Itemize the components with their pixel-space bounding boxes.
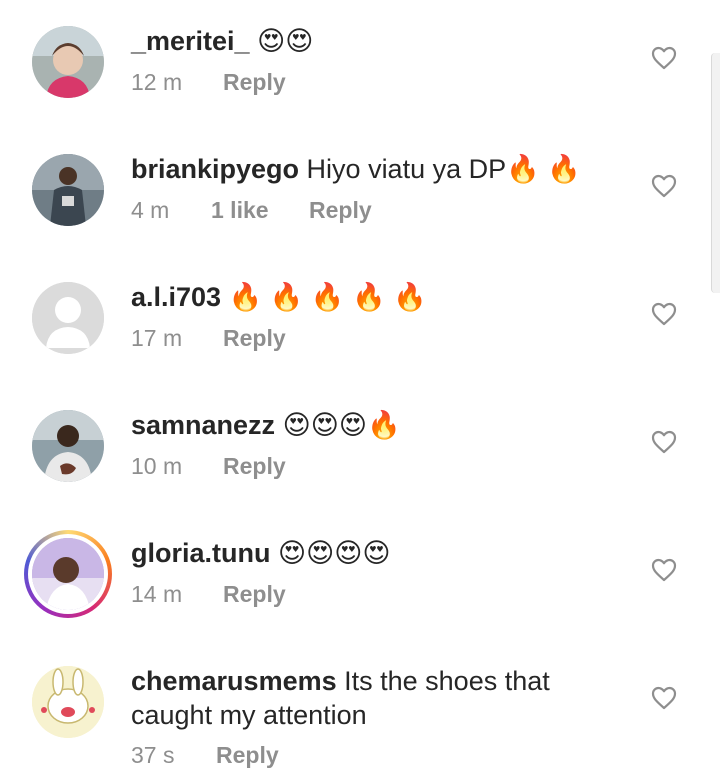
comment-username[interactable]: samnanezz xyxy=(131,410,275,440)
reply-button[interactable]: Reply xyxy=(223,67,286,97)
heart-outline-icon[interactable] xyxy=(651,46,677,70)
comment-meta: 4 m 1 like Reply xyxy=(131,195,372,225)
reply-button[interactable]: Reply xyxy=(309,195,372,225)
comment-meta: 10 m Reply xyxy=(131,451,286,481)
comment-text: 😍😍😍😍 xyxy=(270,538,391,568)
comment-text-line: a.l.i703 🔥 🔥 🔥 🔥 🔥 xyxy=(131,280,631,314)
comment-time: 10 m xyxy=(131,453,183,479)
comment-text-line: gloria.tunu 😍😍😍😍 xyxy=(131,536,631,570)
comment-time: 4 m xyxy=(131,197,170,223)
reply-button[interactable]: Reply xyxy=(223,451,286,481)
avatar[interactable] xyxy=(32,154,104,226)
comment-time: 12 m xyxy=(131,69,183,95)
scrollbar[interactable] xyxy=(711,53,720,293)
avatar[interactable] xyxy=(32,410,104,482)
comment-meta: 14 m Reply xyxy=(131,579,286,609)
comment-time: 37 s xyxy=(131,742,175,768)
comment-text: 😍😍😍🔥 xyxy=(275,410,401,440)
reply-button[interactable]: Reply xyxy=(223,579,286,609)
reply-button[interactable]: Reply xyxy=(216,740,279,770)
heart-outline-icon[interactable] xyxy=(651,558,677,582)
story-ring-gap xyxy=(28,534,108,614)
default-avatar[interactable] xyxy=(32,282,104,354)
story-ring-avatar[interactable] xyxy=(24,530,112,618)
reply-button[interactable]: Reply xyxy=(223,323,286,353)
avatar[interactable] xyxy=(32,26,104,98)
heart-outline-icon[interactable] xyxy=(651,430,677,454)
comment-username[interactable]: chemarusmems xyxy=(131,666,337,696)
comment-meta: 12 m Reply xyxy=(131,67,286,97)
comment-username[interactable]: briankipyego xyxy=(131,154,299,184)
heart-outline-icon[interactable] xyxy=(651,302,677,326)
avatar xyxy=(32,538,104,610)
comment-text-line: samnanezz 😍😍😍🔥 xyxy=(131,408,631,442)
heart-outline-icon[interactable] xyxy=(651,686,677,710)
comment-meta: 17 m Reply xyxy=(131,323,286,353)
comment-text: Hiyo viatu ya DP🔥 🔥 xyxy=(299,154,581,184)
comment-text: 🔥 🔥 🔥 🔥 🔥 xyxy=(221,282,427,312)
comment-time: 14 m xyxy=(131,581,183,607)
comment-time: 17 m xyxy=(131,325,183,351)
comment-username[interactable]: _meritei_ xyxy=(131,26,250,56)
heart-outline-icon[interactable] xyxy=(651,174,677,198)
comment-username[interactable]: a.l.i703 xyxy=(131,282,221,312)
likes-count[interactable]: 1 like xyxy=(211,195,309,225)
comment-text-line: _meritei_ 😍😍 xyxy=(131,24,631,58)
comment-text-line: briankipyego Hiyo viatu ya DP🔥 🔥 xyxy=(131,152,631,186)
comment-username[interactable]: gloria.tunu xyxy=(131,538,270,568)
avatar[interactable] xyxy=(32,666,104,738)
comment-meta: 37 s Reply xyxy=(131,740,279,770)
comment-text: 😍😍 xyxy=(249,26,314,56)
comment-text-line: chemarusmems Its the shoes that caught m… xyxy=(131,664,631,732)
